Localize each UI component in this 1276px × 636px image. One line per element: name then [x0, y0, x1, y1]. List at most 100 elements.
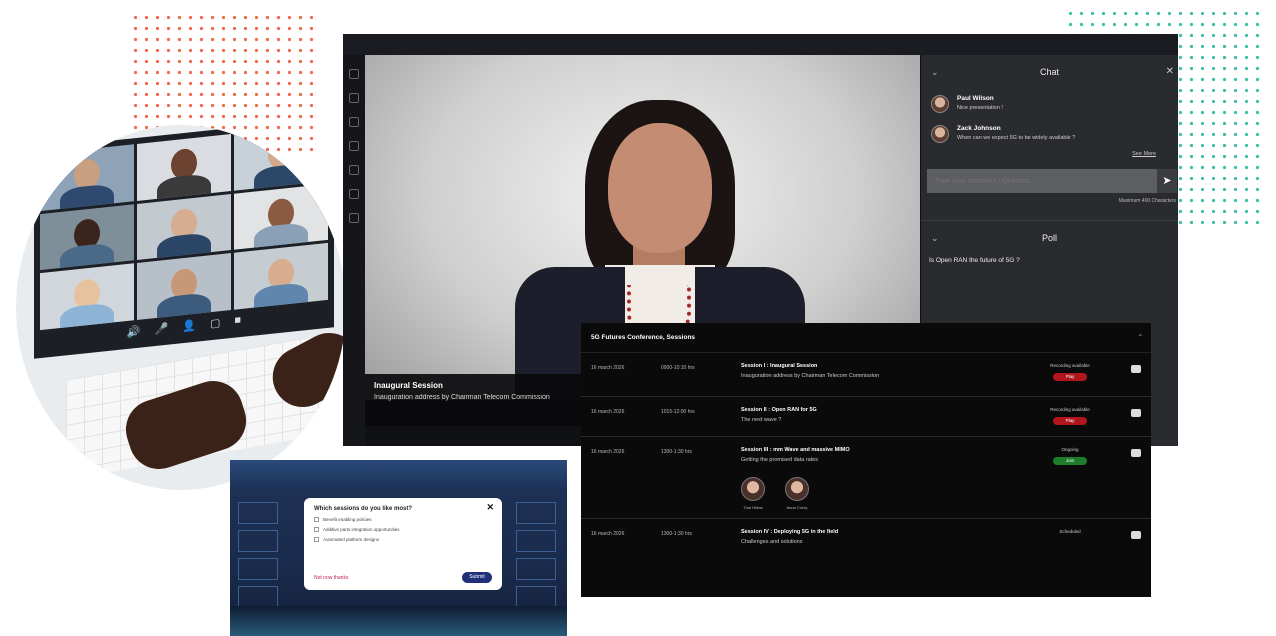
session-row[interactable]: 16 march 2026 1300-1:30 hrs Session IV :… — [581, 519, 1151, 559]
laptop-screen: 🔊 🎤 👤 ▢ ■ — [34, 125, 334, 359]
session-row[interactable]: 16 march 2026 1015-12:00 hrs Session II … — [581, 397, 1151, 437]
session-time: 0900-10:10 hrs — [661, 365, 695, 371]
chat-bubble-icon[interactable] — [1131, 531, 1141, 539]
poll-question: Is Open RAN the future of 5G ? — [929, 257, 1020, 264]
status-text: Scheduled — [1059, 529, 1081, 534]
survey-option[interactable]: Additive parts integration opportunities — [314, 527, 492, 532]
survey-question: Which sessions do you like most? — [314, 506, 413, 512]
chat-input[interactable] — [927, 169, 1157, 193]
speaker-card[interactable]: Anna Corey — [785, 477, 809, 510]
speaker-icon[interactable]: 🔊 — [127, 325, 141, 339]
video-tile — [234, 183, 328, 251]
session-speakers: Thal Hillow Anna Corey — [741, 477, 1141, 510]
avatar — [931, 95, 949, 113]
lobby-banner — [230, 460, 567, 490]
participants-icon[interactable]: 👤 — [182, 319, 196, 333]
option-label: Automated platform designs — [323, 537, 380, 542]
status-text: Recording available — [1050, 407, 1090, 412]
chat-text: Nice presentation ! — [957, 105, 1003, 111]
poll-title: Poll — [1041, 233, 1057, 243]
play-button[interactable]: Play — [1053, 373, 1087, 381]
chat-message: Zack Johnson When can we expect 5G to be… — [921, 119, 1178, 149]
camera-icon[interactable]: ■ — [234, 314, 241, 328]
video-tile — [40, 263, 134, 331]
video-tile — [137, 193, 231, 261]
nav-agenda-icon[interactable] — [349, 93, 359, 103]
lobby-booth[interactable] — [238, 502, 278, 524]
left-navigation-rail — [343, 55, 365, 446]
chevron-down-icon[interactable]: ⌄ — [931, 55, 939, 89]
sessions-panel: 5G Futures Conference, Sessions ⌃ 16 mar… — [581, 323, 1151, 597]
lobby-booth[interactable] — [238, 558, 278, 580]
video-tile — [234, 125, 328, 191]
chevron-down-icon[interactable]: ⌄ — [931, 221, 939, 255]
chat-header[interactable]: ⌄ Chat ✕ — [921, 55, 1178, 89]
chat-message: Paul Wilson Nice presentation ! — [921, 89, 1178, 119]
avatar — [931, 125, 949, 143]
video-tile — [137, 134, 231, 201]
session-subtitle: Challenges and solutions — [741, 539, 803, 545]
option-label: Additive parts integration opportunities — [323, 527, 400, 532]
chat-text: When can we expect 5G to be widely avail… — [957, 135, 1076, 141]
lobby-booth[interactable] — [516, 558, 556, 580]
speaker-name: Anna Corey — [786, 505, 808, 510]
sessions-header: 5G Futures Conference, Sessions ⌃ — [581, 323, 1151, 353]
nav-home-icon[interactable] — [349, 69, 359, 79]
lobby-booth[interactable] — [516, 502, 556, 524]
session-row[interactable]: 16 march 2026 1300-1:30 hrs Session III … — [581, 437, 1151, 519]
not-now-link[interactable]: Not now thanks — [314, 575, 348, 581]
survey-option[interactable]: Automated platform designs — [314, 537, 492, 542]
option-label: Benefit enabling policies — [323, 517, 372, 522]
survey-option[interactable]: Benefit enabling policies — [314, 517, 492, 522]
speaker-name: Thal Hillow — [743, 505, 763, 510]
status-text: Recording available — [1050, 363, 1090, 368]
session-status: Ongoing Join — [1045, 447, 1095, 465]
see-more-link[interactable]: See More — [921, 149, 1178, 157]
poll-header[interactable]: ⌄ Poll — [921, 221, 1178, 255]
mic-icon[interactable]: 🎤 — [155, 322, 169, 336]
speaker-face — [608, 123, 712, 253]
lobby-booth[interactable] — [238, 530, 278, 552]
session-date: 16 march 2026 — [591, 449, 625, 455]
submit-button[interactable]: Submit — [462, 572, 492, 583]
close-icon[interactable]: ✕ — [486, 502, 494, 513]
nav-network-icon[interactable] — [349, 141, 359, 151]
max-characters-note: Maximum 400 Characters — [1118, 198, 1176, 204]
nav-resources-icon[interactable] — [349, 189, 359, 199]
checkbox[interactable] — [314, 527, 319, 532]
video-tile — [234, 243, 328, 310]
checkbox[interactable] — [314, 517, 319, 522]
session-status: Scheduled — [1045, 529, 1095, 534]
nav-help-icon[interactable] — [349, 213, 359, 223]
lobby-booth[interactable] — [516, 586, 556, 608]
screen-icon[interactable]: ▢ — [210, 316, 220, 330]
play-button[interactable]: Play — [1053, 417, 1087, 425]
video-tile — [40, 203, 134, 271]
chat-author: Paul Wilson — [957, 95, 994, 102]
checkbox[interactable] — [314, 537, 319, 542]
video-grid — [40, 125, 328, 331]
speaker-avatar — [785, 477, 809, 501]
nav-speakers-icon[interactable] — [349, 117, 359, 127]
survey-modal: Which sessions do you like most? ✕ Benef… — [304, 498, 502, 590]
video-call-illustration: 🔊 🎤 👤 ▢ ■ — [16, 125, 346, 490]
session-date: 16 march 2026 — [591, 531, 625, 537]
session-date: 16 march 2026 — [591, 365, 625, 371]
lobby-booth[interactable] — [238, 586, 278, 608]
chat-bubble-icon[interactable] — [1131, 449, 1141, 457]
join-button[interactable]: Join — [1053, 457, 1087, 465]
session-row[interactable]: 16 march 2026 0900-10:10 hrs Session I :… — [581, 353, 1151, 397]
chat-bubble-icon[interactable] — [1131, 365, 1141, 373]
nav-booths-icon[interactable] — [349, 165, 359, 175]
speaker-card[interactable]: Thal Hillow — [741, 477, 765, 510]
send-icon[interactable]: ➤ — [1157, 169, 1177, 193]
session-status: Recording available Play — [1045, 407, 1095, 425]
video-tile — [40, 144, 134, 211]
status-text: Ongoing — [1061, 447, 1079, 452]
close-icon[interactable]: ✕ — [1166, 55, 1174, 89]
session-time: 1300-1:30 hrs — [661, 449, 692, 455]
speaker-avatar — [741, 477, 765, 501]
lobby-booth[interactable] — [516, 530, 556, 552]
chat-bubble-icon[interactable] — [1131, 409, 1141, 417]
close-icon[interactable]: ⌃ — [1138, 323, 1143, 353]
